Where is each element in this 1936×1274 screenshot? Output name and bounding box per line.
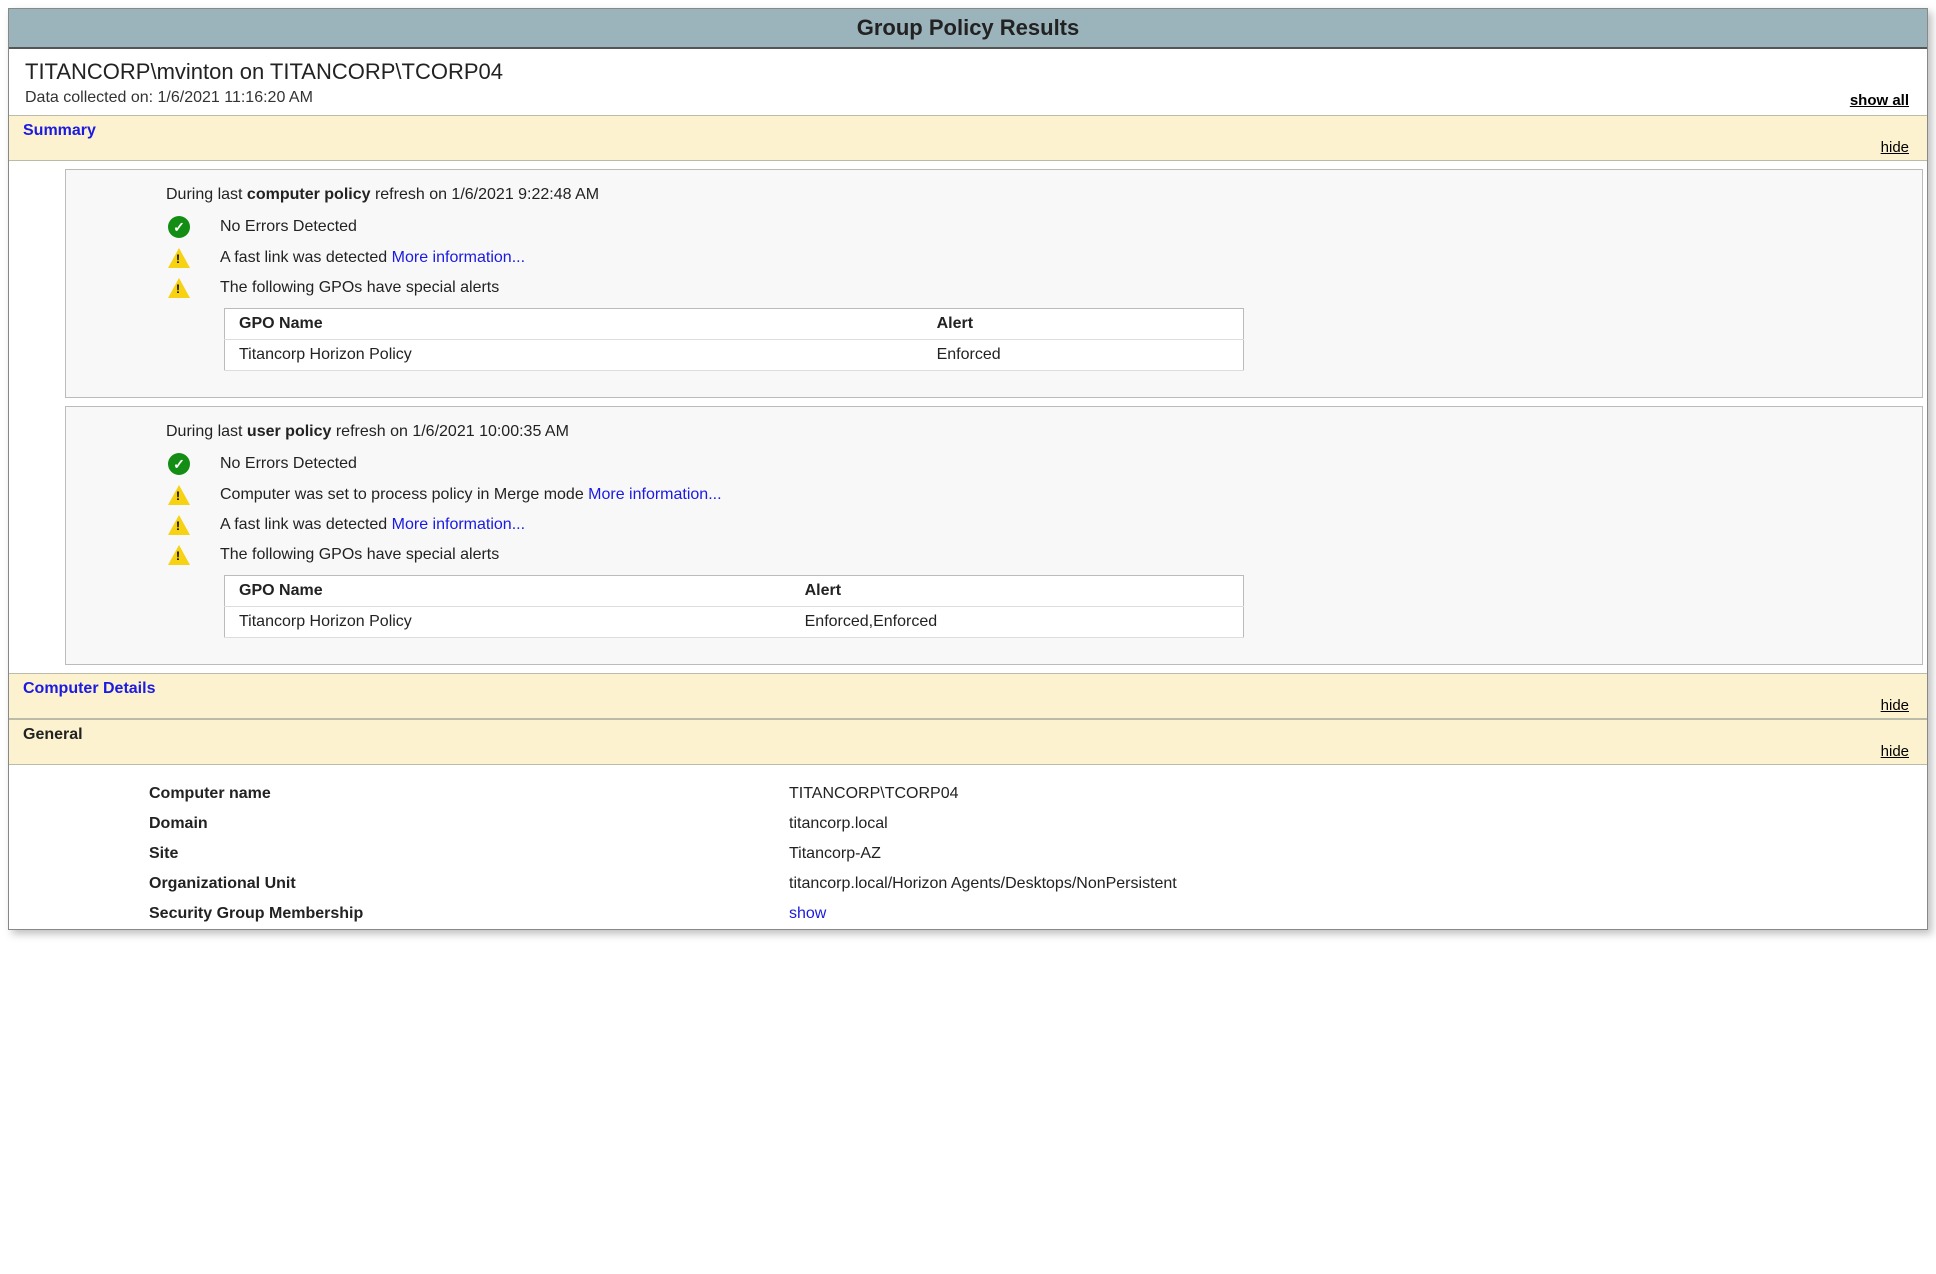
section-summary-header[interactable]: Summary hide: [9, 115, 1927, 161]
user-status-rows: ✓ No Errors Detected Computer was set to p…: [84, 453, 1904, 565]
status-text: A fast link was detected More informatio…: [220, 516, 525, 534]
more-info-link[interactable]: More information...: [588, 486, 721, 503]
details-value: Titancorp-AZ: [781, 839, 1909, 869]
details-row: SiteTitancorp-AZ: [141, 839, 1909, 869]
show-all-link[interactable]: show all: [1850, 92, 1909, 109]
table-header: GPO Name: [225, 309, 923, 340]
show-link[interactable]: show: [789, 905, 826, 922]
details-key: Site: [141, 839, 781, 869]
computer-gpo-table: GPO Name Alert Titancorp Horizon PolicyE…: [224, 308, 1244, 371]
details-key: Computer name: [141, 779, 781, 809]
general-content: Computer nameTITANCORP\TCORP04Domaintita…: [9, 779, 1927, 929]
section-general-toggle[interactable]: hide: [1881, 743, 1909, 760]
status-text: Computer was set to process policy in Me…: [220, 486, 722, 504]
table-header: Alert: [791, 576, 1244, 607]
warning-icon: [168, 278, 190, 298]
status-row: A fast link was detected More informatio…: [166, 515, 1904, 535]
more-info-link[interactable]: More information...: [392, 516, 525, 533]
section-summary-toggle[interactable]: hide: [1881, 139, 1909, 156]
context-title: TITANCORP\mvinton on TITANCORP\TCORP04: [25, 59, 1911, 85]
status-text: The following GPOs have special alerts: [220, 279, 499, 297]
computer-status-rows: ✓ No Errors Detected A fast link was detec…: [84, 216, 1904, 298]
success-icon: ✓: [168, 216, 190, 238]
table-header: GPO Name: [225, 576, 791, 607]
status-row: The following GPOs have special alerts: [166, 278, 1904, 298]
status-row: A fast link was detected More informatio…: [166, 248, 1904, 268]
status-row: The following GPOs have special alerts: [166, 545, 1904, 565]
user-refresh-panel: During last user policy refresh on 1/6/2…: [65, 406, 1923, 665]
header-block: TITANCORP\mvinton on TITANCORP\TCORP04 D…: [9, 49, 1927, 115]
section-general-header[interactable]: General hide: [9, 719, 1927, 765]
success-icon: ✓: [168, 453, 190, 475]
general-table: Computer nameTITANCORP\TCORP04Domaintita…: [141, 779, 1909, 929]
section-computer-details-label: Computer Details: [23, 680, 155, 697]
details-value: titancorp.local/Horizon Agents/Desktops/…: [781, 869, 1909, 899]
computer-refresh-heading: During last computer policy refresh on 1…: [166, 186, 1904, 204]
table-cell: Enforced,Enforced: [791, 607, 1244, 638]
status-text: No Errors Detected: [220, 455, 357, 473]
details-value: show: [781, 899, 1909, 929]
details-row: Domaintitancorp.local: [141, 809, 1909, 839]
details-row: Security Group Membership show: [141, 899, 1909, 929]
warning-icon: [168, 515, 190, 535]
warning-icon: [168, 485, 190, 505]
computer-refresh-panel: During last computer policy refresh on 1…: [65, 169, 1923, 398]
section-summary-label: Summary: [23, 122, 96, 139]
status-text: No Errors Detected: [220, 218, 357, 236]
status-row: ✓ No Errors Detected: [166, 216, 1904, 238]
table-row: Titancorp Horizon PolicyEnforced,Enforce…: [225, 607, 1244, 638]
warning-icon: [168, 545, 190, 565]
user-gpo-table: GPO Name Alert Titancorp Horizon PolicyE…: [224, 575, 1244, 638]
table-cell: Titancorp Horizon Policy: [225, 607, 791, 638]
section-computer-details-header[interactable]: Computer Details hide: [9, 673, 1927, 719]
user-refresh-heading: During last user policy refresh on 1/6/2…: [166, 423, 1904, 441]
table-row: Titancorp Horizon PolicyEnforced: [225, 340, 1244, 371]
app-title: Group Policy Results: [9, 9, 1927, 49]
collected-on: Data collected on: 1/6/2021 11:16:20 AM: [25, 89, 1911, 107]
details-value: titancorp.local: [781, 809, 1909, 839]
details-value: TITANCORP\TCORP04: [781, 779, 1909, 809]
table-cell: Titancorp Horizon Policy: [225, 340, 923, 371]
details-row: Organizational Unittitancorp.local/Horiz…: [141, 869, 1909, 899]
details-key: Security Group Membership: [141, 899, 781, 929]
details-key: Organizational Unit: [141, 869, 781, 899]
warning-icon: [168, 248, 190, 268]
status-text: The following GPOs have special alerts: [220, 546, 499, 564]
section-general-label: General: [23, 726, 83, 743]
table-header: Alert: [923, 309, 1244, 340]
section-computer-details-toggle[interactable]: hide: [1881, 697, 1909, 714]
details-row: Computer nameTITANCORP\TCORP04: [141, 779, 1909, 809]
status-row: ✓ No Errors Detected: [166, 453, 1904, 475]
table-cell: Enforced: [923, 340, 1244, 371]
status-row: Computer was set to process policy in Me…: [166, 485, 1904, 505]
details-key: Domain: [141, 809, 781, 839]
summary-content: During last computer policy refresh on 1…: [9, 169, 1927, 665]
status-text: A fast link was detected More informatio…: [220, 249, 525, 267]
more-info-link[interactable]: More information...: [392, 249, 525, 266]
